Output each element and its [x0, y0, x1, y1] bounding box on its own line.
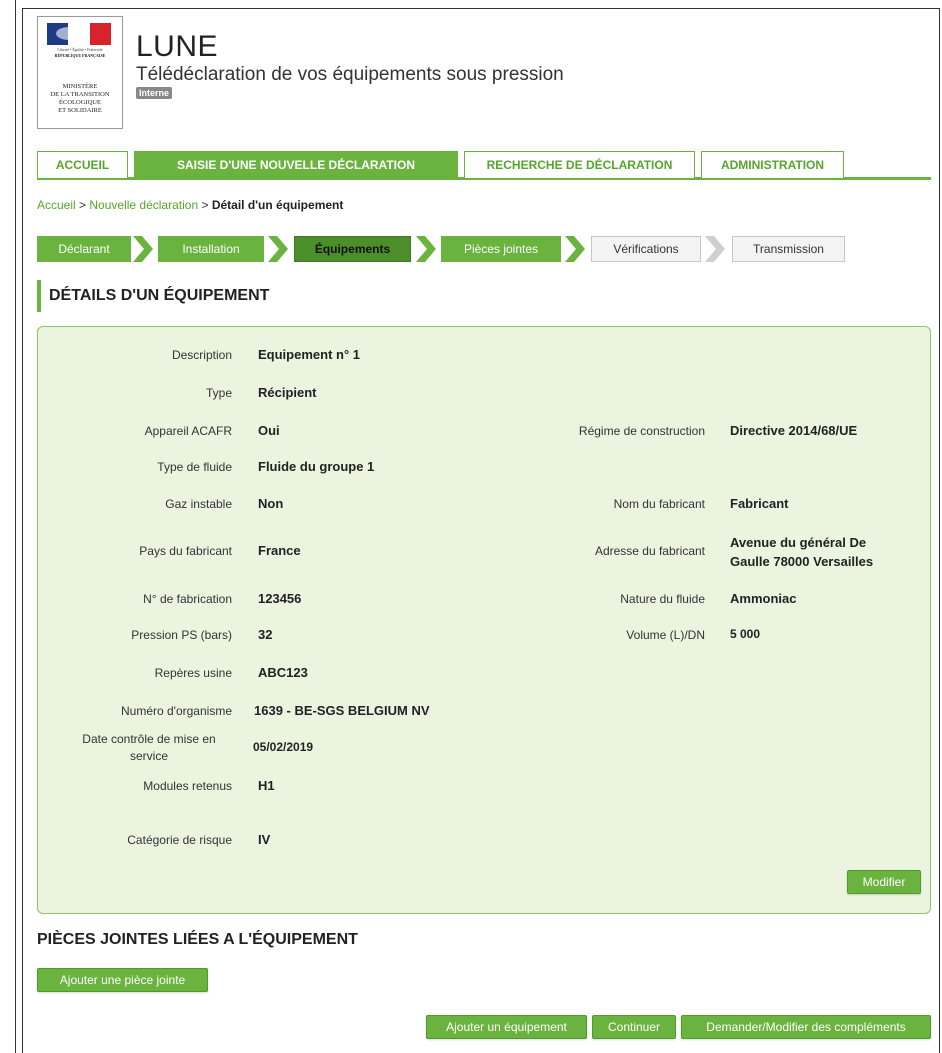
add-equipment-button[interactable]: Ajouter un équipement — [426, 1015, 587, 1039]
environment-badge: Interne — [136, 87, 173, 99]
breadcrumb-separator: > — [79, 198, 87, 212]
field-label-type-de-fluide: Type de fluide — [157, 460, 232, 474]
ministry-line: MINISTÈRE — [62, 83, 98, 90]
field-value-gaz-instable: Non — [258, 496, 284, 511]
field-label-line: service — [129, 749, 168, 763]
field-value-description: Equipement n° 1 — [258, 347, 360, 362]
field-value-pays-du-fabricant: France — [258, 543, 301, 558]
breadcrumb-home[interactable]: Accueil — [37, 198, 76, 212]
request-complements-button[interactable]: Demander/Modifier des compléments — [681, 1015, 931, 1039]
field-value-categorie-risque: IV — [258, 832, 271, 847]
logo-republic: RÉPUBLIQUE FRANÇAISE — [54, 53, 106, 58]
tab-accueil[interactable]: ACCUEIL — [37, 151, 128, 178]
breadcrumb-separator: > — [201, 198, 209, 212]
field-value-nature-fluide: Ammoniac — [730, 591, 797, 606]
field-label-gaz-instable: Gaz instable — [165, 497, 232, 511]
add-attachment-button[interactable]: Ajouter une pièce jointe — [37, 968, 208, 992]
field-label-nature-fluide: Nature du fluide — [620, 592, 705, 606]
field-label-appareil-acafr: Appareil ACAFR — [144, 424, 232, 438]
step-arrow-icon — [416, 236, 436, 262]
field-label-date-controle: Date contrôle de mise en service — [60, 731, 238, 765]
field-label-line: Date contrôle de mise en — [82, 732, 216, 746]
field-label-pays-du-fabricant: Pays du fabricant — [139, 544, 232, 558]
breadcrumb-current: Détail d'un équipement — [211, 198, 344, 212]
field-value-volume: 5 000 — [730, 627, 761, 641]
step-equipements[interactable]: Équipements — [294, 236, 411, 262]
continue-button[interactable]: Continuer — [592, 1015, 676, 1039]
field-label-type: Type — [205, 386, 232, 400]
logo-motto: Liberté • Égalité • Fraternité — [57, 47, 103, 52]
field-label-description: Description — [171, 348, 232, 362]
ministry-line: ÉCOLOGIQUE — [59, 99, 101, 106]
field-label-numero-fabrication: N° de fabrication — [143, 592, 232, 606]
breadcrumb: Accueil > Nouvelle déclaration > Détail … — [37, 198, 343, 212]
field-value-type: Récipient — [258, 385, 317, 400]
app-subtitle: Télédéclaration de vos équipements sous … — [136, 64, 564, 85]
address-line: Avenue du général De — [730, 535, 867, 550]
field-value-nom-fabricant: Fabricant — [730, 496, 789, 511]
field-label-adresse-fabricant: Adresse du fabricant — [594, 544, 705, 558]
field-value-numero-organisme: 1639 - BE-SGS BELGIUM NV — [254, 703, 430, 718]
step-arrow-icon — [268, 236, 288, 262]
step-verifications[interactable]: Vérifications — [591, 236, 701, 262]
main-navigation: ACCUEIL SAISIE D'UNE NOUVELLE DÉCLARATIO… — [37, 151, 931, 180]
field-label-pression-ps: Pression PS (bars) — [131, 628, 232, 642]
field-label-modules-retenus: Modules retenus — [143, 779, 232, 793]
step-installation[interactable]: Installation — [158, 236, 264, 262]
step-pieces-jointes[interactable]: Pièces jointes — [441, 236, 561, 262]
step-arrow-icon — [705, 236, 725, 262]
field-value-pression-ps: 32 — [258, 627, 273, 642]
logo-ministry: MINISTÈRE DE LA TRANSITION ÉCOLOGIQUE ET… — [42, 83, 118, 115]
window-left-edge — [0, 0, 16, 1053]
tab-nouvelle-declaration[interactable]: SAISIE D'UNE NOUVELLE DÉCLARATION — [134, 151, 458, 178]
field-label-reperes-usine: Repères usine — [154, 666, 232, 680]
step-transmission[interactable]: Transmission — [732, 236, 845, 262]
step-declarant[interactable]: Déclarant — [37, 236, 131, 262]
page-title: DÉTAILS D'UN ÉQUIPEMENT — [37, 280, 269, 312]
attachments-title: PIÈCES JOINTES LIÉES A L'ÉQUIPEMENT — [37, 931, 358, 948]
field-label-numero-organisme: Numéro d'organisme — [120, 704, 232, 718]
ministry-logo: Liberté • Égalité • Fraternité RÉPUBLIQU… — [37, 16, 123, 129]
field-label-regime-construction: Régime de construction — [578, 424, 705, 438]
field-label-volume: Volume (L)/DN — [626, 628, 705, 642]
tab-administration[interactable]: ADMINISTRATION — [701, 151, 844, 178]
app-title: LUNE — [136, 30, 219, 63]
field-value-appareil-acafr: Oui — [258, 423, 280, 438]
field-value-reperes-usine: ABC123 — [258, 665, 308, 680]
equipment-details-panel — [37, 326, 931, 914]
ministry-line: DE LA TRANSITION — [50, 91, 110, 98]
breadcrumb-new-declaration[interactable]: Nouvelle déclaration — [89, 198, 198, 212]
step-arrow-icon — [133, 236, 153, 262]
field-value-adresse-fabricant: Avenue du général De Gaulle 78000 Versai… — [730, 533, 873, 571]
modify-button[interactable]: Modifier — [847, 870, 921, 894]
field-label-categorie-risque: Catégorie de risque — [127, 833, 232, 847]
ministry-line: ET SOLIDAIRE — [58, 107, 102, 114]
field-label-nom-fabricant: Nom du fabricant — [613, 497, 705, 511]
marianne-profile-icon — [56, 27, 82, 40]
field-value-type-de-fluide: Fluide du groupe 1 — [258, 459, 375, 474]
field-value-modules-retenus: H1 — [258, 778, 275, 793]
field-value-numero-fabrication: 123456 — [258, 591, 302, 606]
address-line: Gaulle 78000 Versailles — [730, 554, 874, 569]
tab-recherche-declaration[interactable]: RECHERCHE DE DÉCLARATION — [464, 151, 695, 178]
step-arrow-icon — [565, 236, 585, 262]
field-value-regime-construction: Directive 2014/68/UE — [730, 423, 858, 438]
field-value-date-controle: 05/02/2019 — [253, 740, 314, 754]
